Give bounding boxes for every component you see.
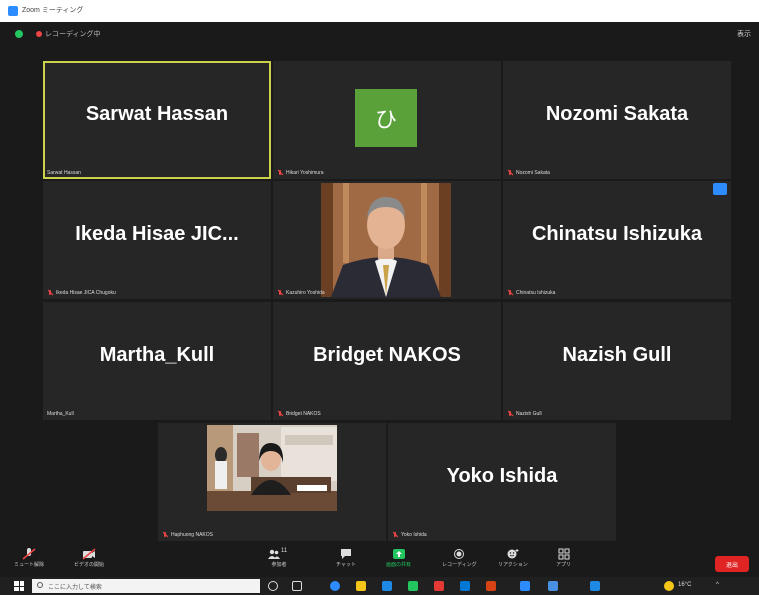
share-screen-icon	[392, 547, 406, 559]
window-title: Zoom ミーティング	[22, 7, 84, 14]
mic-muted-icon	[392, 532, 398, 538]
participant-display-name: Chinatsu Ishizuka	[531, 222, 703, 245]
apps-grid-icon	[557, 547, 571, 560]
participants-button[interactable]: 11 参加者	[268, 547, 290, 568]
app-icon[interactable]	[590, 581, 600, 591]
mic-muted-icon	[277, 170, 283, 176]
leave-meeting-button[interactable]: 退出	[715, 556, 749, 572]
participant-name-label: Haphuong NAKOS	[162, 532, 213, 538]
mic-muted-icon	[162, 532, 168, 538]
participant-name-label: Nozomi Sakata	[507, 170, 550, 176]
edge-browser-icon[interactable]	[330, 581, 340, 591]
weather-temperature: 16°C	[678, 582, 692, 588]
participant-name-label: Martha_Kull	[47, 411, 74, 417]
reaction-smiley-icon	[506, 547, 520, 559]
mic-muted-icon	[277, 411, 283, 417]
participant-tile[interactable]: Bridget NAKOS Bridget NAKOS	[273, 302, 501, 420]
office-icon[interactable]	[486, 581, 496, 591]
participant-tile[interactable]: Ikeda Hisae JIC... Ikeda Hisae JICA Chug…	[43, 181, 271, 299]
mic-muted-icon	[47, 290, 53, 296]
reactions-button[interactable]: リアクション	[498, 547, 528, 568]
window-title-bar: Zoom ミーティング	[0, 0, 759, 22]
participant-video	[207, 425, 337, 511]
participant-display-name: Martha_Kull	[99, 343, 215, 366]
participant-display-name: Sarwat Hassan	[85, 102, 229, 125]
weather-icon[interactable]	[664, 581, 674, 591]
start-video-button[interactable]: ビデオの開始	[74, 547, 104, 568]
os-taskbar: ここに入力して検索 16°C ^	[0, 577, 759, 595]
meeting-top-bar: レコーディング中 表示	[0, 22, 759, 46]
cortana-icon[interactable]	[268, 581, 278, 591]
participant-tile[interactable]: Martha_Kull Martha_Kull	[43, 302, 271, 420]
participant-avatar: ひ	[355, 89, 417, 147]
tray-chevron-icon[interactable]: ^	[716, 582, 719, 588]
participant-name-label: Nazish Gull	[507, 411, 542, 417]
mic-muted-icon	[507, 290, 513, 296]
participant-name-label: Chinatsu Ishizuka	[507, 290, 555, 296]
record-icon	[452, 547, 466, 559]
participant-name-label: Ikeda Hisae JICA Chugoku	[47, 290, 116, 296]
zoom-app-icon	[8, 6, 18, 16]
record-button[interactable]: レコーディング	[442, 547, 477, 568]
participant-tile[interactable]: Nazish Gull Nazish Gull	[503, 302, 731, 420]
recording-indicator-icon	[36, 31, 42, 37]
search-icon	[37, 582, 43, 588]
mic-muted-icon	[507, 411, 513, 417]
participant-tile[interactable]: Haphuong NAKOS	[158, 423, 386, 541]
task-view-icon[interactable]	[292, 581, 302, 591]
participant-display-name: Nozomi Sakata	[545, 102, 689, 125]
app-icon[interactable]	[434, 581, 444, 591]
meeting-toolbar: ミュート解除 ビデオの開始 11 参加者 チャット 画面の共有 レコーディング …	[0, 544, 759, 577]
mic-muted-icon	[277, 290, 283, 296]
participant-name-label: Sarwat Hassan	[47, 170, 81, 176]
participant-name-label: Kazuhiro Yoshida	[277, 290, 325, 296]
participant-tile[interactable]: Nozomi Sakata Nozomi Sakata	[503, 61, 731, 179]
taskbar-search-input[interactable]: ここに入力して検索	[32, 579, 260, 593]
chat-button[interactable]: チャット	[336, 547, 356, 568]
meeting-window: レコーディング中 表示 Sarwat Hassan Sarwat Hassan …	[0, 22, 759, 577]
participant-name-label: Bridget NAKOS	[277, 411, 321, 417]
participant-tile[interactable]: Chinatsu Ishizuka Chinatsu Ishizuka	[503, 181, 731, 299]
participant-display-name: Ikeda Hisae JIC...	[75, 222, 239, 245]
outlook-icon[interactable]	[460, 581, 470, 591]
security-shield-icon[interactable]	[15, 30, 23, 38]
participant-tile[interactable]: Sarwat Hassan Sarwat Hassan	[43, 61, 271, 179]
video-camera-off-icon	[82, 547, 96, 560]
mic-muted-icon	[507, 170, 513, 176]
teams-icon[interactable]	[520, 581, 530, 591]
share-screen-button[interactable]: 画面の共有	[386, 547, 411, 568]
unmute-button[interactable]: ミュート解除	[14, 547, 44, 568]
recording-label: レコーディング中	[45, 31, 101, 38]
file-explorer-icon[interactable]	[356, 581, 366, 591]
mail-icon[interactable]	[382, 581, 392, 591]
participants-count: 11	[281, 548, 288, 554]
microphone-muted-icon	[22, 547, 36, 560]
search-placeholder: ここに入力して検索	[48, 585, 102, 591]
man-in-suit-video-frame	[321, 183, 451, 297]
windows-start-icon[interactable]	[14, 581, 24, 591]
participant-tile[interactable]: Yoko Ishida Yoko Ishida	[388, 423, 616, 541]
view-button[interactable]: 表示	[737, 29, 751, 39]
participant-tile[interactable]: Kazuhiro Yoshida	[273, 181, 501, 299]
zoom-taskbar-icon[interactable]	[548, 581, 558, 591]
participant-name-label: Yoko Ishida	[392, 532, 427, 538]
apps-button[interactable]: アプリ	[556, 547, 571, 568]
chat-bubble-icon	[339, 547, 353, 559]
participant-video	[321, 183, 451, 297]
participant-tile[interactable]: ひ Hikari Yoshimura	[273, 61, 501, 179]
participant-display-name: Nazish Gull	[562, 343, 672, 366]
woman-at-desk-video-frame	[207, 425, 337, 511]
participants-icon: 11	[268, 547, 290, 559]
participant-name-label: Hikari Yoshimura	[277, 170, 324, 176]
participant-display-name: Bridget NAKOS	[313, 343, 461, 366]
line-app-icon[interactable]	[408, 581, 418, 591]
participant-display-name: Yoko Ishida	[446, 464, 558, 487]
